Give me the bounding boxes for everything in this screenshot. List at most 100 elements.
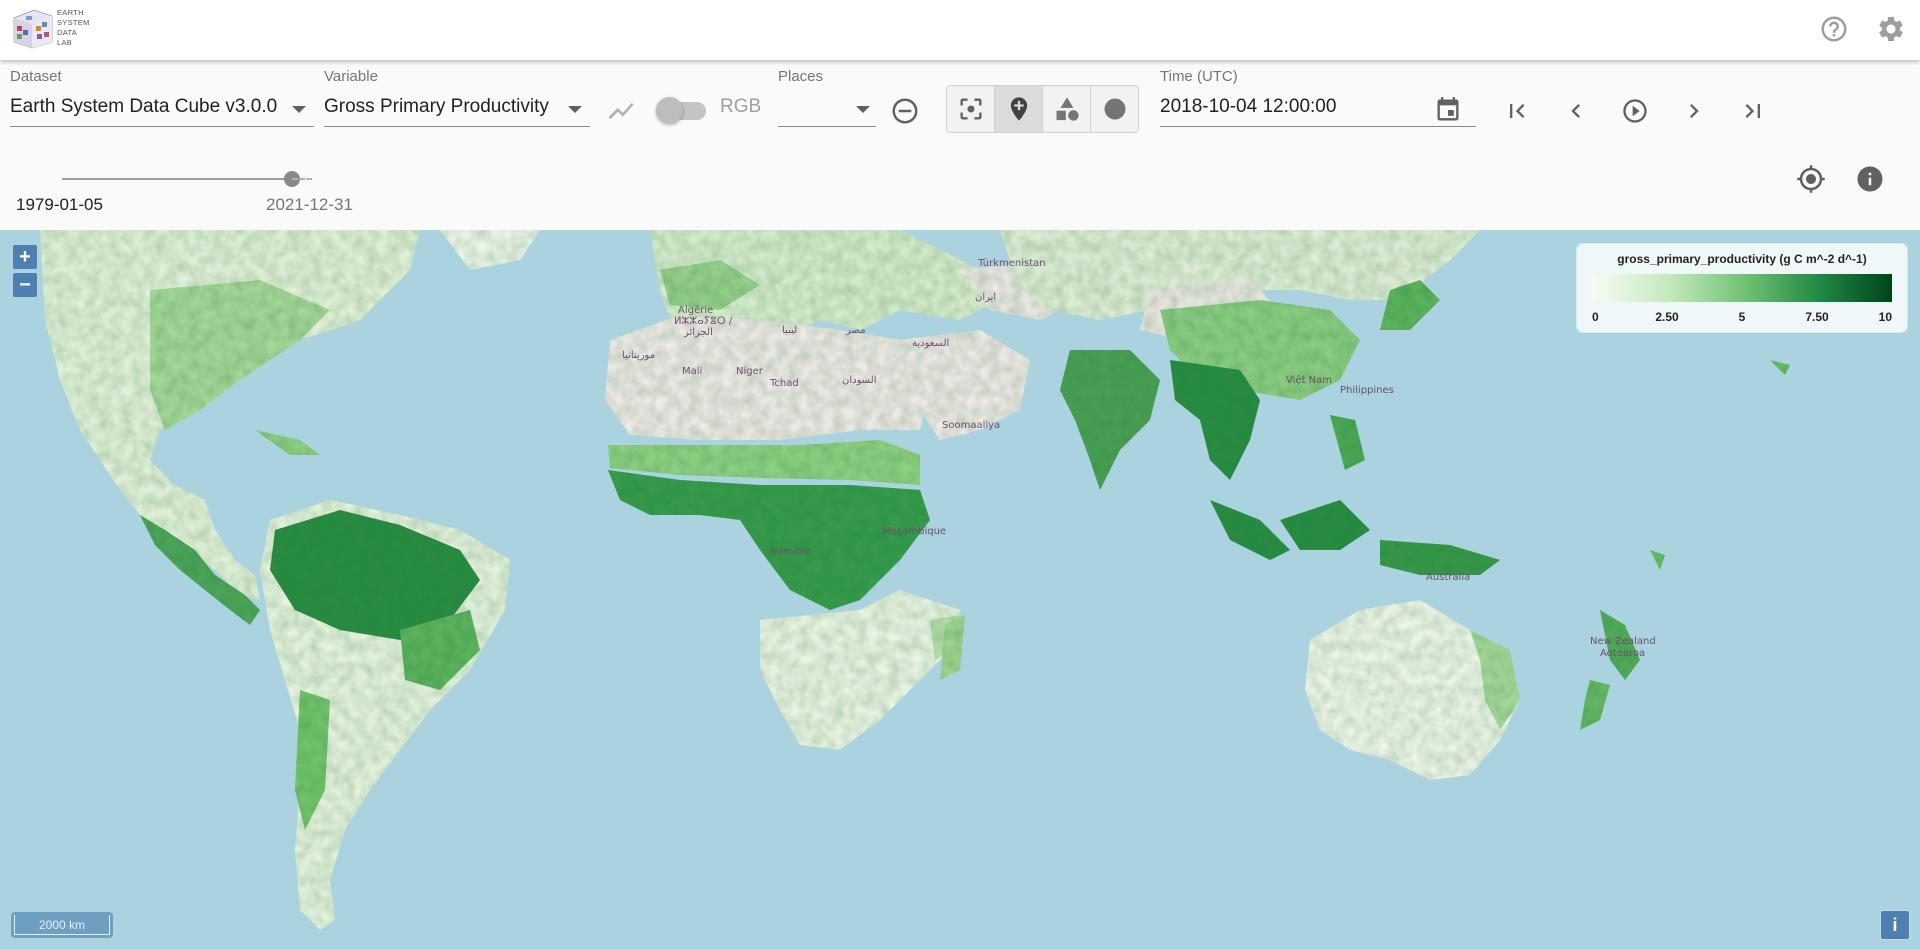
shapes-icon <box>1056 97 1079 121</box>
variable-label: Variable <box>324 68 378 85</box>
place-label: Mali <box>682 366 703 377</box>
dataset-value: Earth System Data Cube v3.0.0 <box>10 96 278 117</box>
chevron-down-icon <box>856 106 870 113</box>
attribution-button[interactable]: i <box>1880 910 1910 940</box>
time-range-max: 2021-12-31 <box>266 195 353 214</box>
settings-button[interactable] <box>1876 14 1906 44</box>
north-america-forest <box>150 280 330 430</box>
focus-select-icon <box>960 98 981 120</box>
gps-icon <box>1797 165 1825 193</box>
map-interaction-group <box>946 85 1139 133</box>
time-field[interactable]: Time (UTC) 2018-10-04 12:00:00 <box>1160 60 1476 140</box>
place-label: Türkmenistan <box>978 258 1046 269</box>
zoom-out-button[interactable]: − <box>12 272 38 298</box>
place-label: السودان <box>842 375 877 386</box>
southern-africa-land <box>760 590 960 750</box>
last-step-button[interactable] <box>1736 94 1770 128</box>
point-mode-button[interactable] <box>995 86 1043 132</box>
play-button[interactable] <box>1618 94 1652 128</box>
rgb-label: RGB <box>720 96 762 117</box>
place-label: Namibia <box>770 546 812 557</box>
cube-logo-icon <box>13 9 53 49</box>
world-map <box>40 230 1790 930</box>
legend-tick: 2.50 <box>1655 310 1679 324</box>
place-label: Moçambique <box>882 526 947 537</box>
places-label: Places <box>778 68 824 85</box>
chevron-right-icon <box>1690 104 1699 118</box>
place-label: Aotearoa <box>1600 648 1646 659</box>
place-label: Soomaaliya <box>942 420 1001 431</box>
indonesia-islands <box>1210 500 1290 560</box>
place-label: Tchad <box>770 378 799 389</box>
chevron-down-icon <box>292 106 306 113</box>
time-value[interactable]: 2018-10-04 12:00:00 <box>1160 96 1336 118</box>
skip-last-icon <box>1745 104 1760 118</box>
place-label: Algérie <box>678 305 714 316</box>
chevron-down-icon <box>568 106 582 113</box>
scale-label: 2000 km <box>14 915 110 935</box>
prev-step-button[interactable] <box>1559 94 1593 128</box>
places-select[interactable]: Places <box>778 60 876 140</box>
place-label: Niger <box>736 366 763 377</box>
dataset-label: Dataset <box>10 68 62 85</box>
place-label: الجزائر <box>684 327 713 338</box>
gear-icon <box>1879 16 1903 41</box>
place-label: ليبيا <box>782 325 798 336</box>
legend-tick: 5 <box>1738 310 1746 324</box>
first-step-button[interactable] <box>1500 94 1534 128</box>
rgb-toggle-thumb[interactable] <box>656 97 683 124</box>
time-range-slider-rest <box>292 178 312 180</box>
time-range-min: 1979-01-05 <box>16 195 103 214</box>
dataset-select[interactable]: Dataset Earth System Data Cube v3.0.0 <box>10 60 314 140</box>
legend-color-bar <box>1592 274 1892 302</box>
map-viewport[interactable]: Algérie ⵍⵣⵣⴰⵢⴻⵔ / الجزائر ليبيا مصر السع… <box>0 230 1920 949</box>
place-label: Việt Nam <box>1286 375 1333 386</box>
variable-underline <box>324 126 590 127</box>
next-step-button[interactable] <box>1677 94 1711 128</box>
place-label: السعودية <box>912 338 950 349</box>
circle-icon <box>1104 98 1125 120</box>
place-label: مصر <box>846 325 866 336</box>
locate-button[interactable] <box>1794 162 1828 196</box>
place-label: Australia <box>1426 572 1471 583</box>
dataset-underline <box>10 126 314 127</box>
place-label: ⵍⵣⵣⴰⵢⴻⵔ / <box>674 316 733 327</box>
skip-first-icon <box>1510 104 1525 118</box>
central-africa-forest <box>608 470 930 610</box>
info-icon <box>1857 166 1883 192</box>
place-label: New Zealand <box>1590 636 1656 647</box>
place-label: ایران <box>975 292 997 303</box>
calendar-icon <box>1437 97 1459 121</box>
variable-value: Gross Primary Productivity <box>324 96 549 117</box>
logo-wordmark: EARTH SYSTEM DATA LAB <box>57 8 90 47</box>
app-bar: EARTH SYSTEM DATA LAB <box>0 0 1920 60</box>
variable-select[interactable]: Variable Gross Primary Productivity <box>324 60 590 140</box>
polygon-mode-button[interactable] <box>1043 86 1091 132</box>
zoom-in-button[interactable]: + <box>12 244 38 270</box>
place-label: موريتانيا <box>622 350 656 361</box>
places-underline <box>778 126 876 127</box>
chart-line-icon <box>608 102 634 120</box>
time-range-slider-track[interactable] <box>62 178 292 180</box>
calendar-button[interactable] <box>1432 94 1464 126</box>
legend-title: gross_primary_productivity (g C m^-2 d^-… <box>1617 252 1867 266</box>
remove-place-button[interactable] <box>888 94 922 128</box>
minus-circle-icon <box>892 98 918 124</box>
india-land <box>1060 350 1160 490</box>
info-button[interactable] <box>1853 162 1887 196</box>
time-label: Time (UTC) <box>1160 68 1238 85</box>
help-button[interactable] <box>1819 14 1849 44</box>
time-underline <box>1160 126 1476 127</box>
legend-tick: 7.50 <box>1805 310 1829 324</box>
select-mode-button[interactable] <box>947 86 995 132</box>
legend-tick: 0 <box>1592 310 1599 324</box>
add-location-icon <box>1010 97 1027 121</box>
timeseries-button[interactable] <box>604 94 638 128</box>
sahara-desert <box>605 315 930 440</box>
help-icon <box>1821 16 1847 42</box>
chevron-left-icon <box>1571 104 1580 118</box>
control-bar: Dataset Earth System Data Cube v3.0.0 Va… <box>0 60 1920 230</box>
play-circle-icon <box>1623 99 1647 123</box>
scale-bar: 2000 km <box>11 912 113 938</box>
circle-mode-button[interactable] <box>1091 86 1138 132</box>
